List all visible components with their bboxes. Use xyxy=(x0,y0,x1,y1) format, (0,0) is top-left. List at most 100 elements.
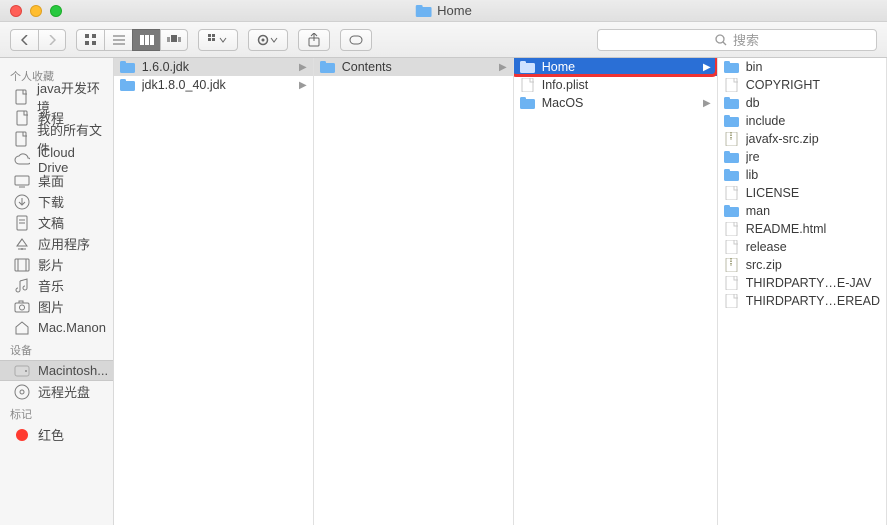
window-title: Home xyxy=(415,3,472,18)
sidebar: 个人收藏java开发环境教程我的所有文件iCloud Drive桌面下载文稿应用… xyxy=(0,58,114,525)
list-item[interactable]: lib xyxy=(718,166,886,184)
list-item[interactable]: THIRDPARTY…E-JAV xyxy=(718,274,886,292)
icon-view-button[interactable] xyxy=(76,29,104,51)
sidebar-item[interactable]: 影片 xyxy=(0,254,113,275)
apps-icon xyxy=(14,236,30,252)
sidebar-item-label: 应用程序 xyxy=(38,234,90,253)
sidebar-item[interactable]: 红色 xyxy=(0,424,113,445)
nav-buttons xyxy=(10,29,66,51)
list-item-label: jre xyxy=(746,150,880,164)
list-item[interactable]: include xyxy=(718,112,886,130)
coverflow-view-button[interactable] xyxy=(160,29,188,51)
list-item-label: javafx-src.zip xyxy=(746,132,880,146)
arrange-dropdown[interactable] xyxy=(198,29,238,51)
list-item[interactable]: Home▶ xyxy=(514,58,717,76)
folder-icon xyxy=(320,60,336,74)
chevron-right-icon: ▶ xyxy=(703,62,711,73)
list-item[interactable]: javafx-src.zip xyxy=(718,130,886,148)
file-icon xyxy=(724,222,740,236)
desktop-icon xyxy=(14,173,30,189)
folder-icon xyxy=(724,60,740,74)
cloud-icon xyxy=(14,152,30,168)
list-item[interactable]: src.zip xyxy=(718,256,886,274)
back-button[interactable] xyxy=(10,29,38,51)
list-item[interactable]: LICENSE xyxy=(718,184,886,202)
list-item[interactable]: THIRDPARTY…EREAD xyxy=(718,292,886,310)
sidebar-item-label: iCloud Drive xyxy=(38,145,103,175)
list-item[interactable]: README.html xyxy=(718,220,886,238)
sidebar-item[interactable]: iCloud Drive xyxy=(0,149,113,170)
close-icon[interactable] xyxy=(10,5,22,17)
list-item-label: include xyxy=(746,114,880,128)
sidebar-item-label: 影片 xyxy=(38,255,64,274)
list-item[interactable]: COPYRIGHT xyxy=(718,76,886,94)
list-item[interactable]: Contents▶ xyxy=(314,58,513,76)
sidebar-item[interactable]: 远程光盘 xyxy=(0,381,113,402)
chevron-right-icon: ▶ xyxy=(703,98,711,109)
body: 个人收藏java开发环境教程我的所有文件iCloud Drive桌面下载文稿应用… xyxy=(0,58,887,525)
list-item[interactable]: jdk1.8.0_40.jdk ▶ xyxy=(114,76,313,94)
doc-icon xyxy=(14,110,30,126)
sidebar-item[interactable]: 下载 xyxy=(0,191,113,212)
sidebar-item[interactable]: 文稿 xyxy=(0,212,113,233)
folder-icon xyxy=(724,168,740,182)
column: bin COPYRIGHT db include javafx-src.zip jre li… xyxy=(718,58,887,525)
list-item[interactable]: db xyxy=(718,94,886,112)
list-item-label: MacOS xyxy=(542,96,697,110)
column-browser: 1.6.0.jdk▶ jdk1.8.0_40.jdk ▶ Contents▶Home▶… xyxy=(114,58,887,525)
search-icon xyxy=(715,34,727,46)
share-button[interactable] xyxy=(298,29,330,51)
folder-icon xyxy=(520,60,536,74)
tags-button[interactable] xyxy=(340,29,372,51)
search-placeholder: 搜索 xyxy=(733,30,759,49)
list-item[interactable]: release xyxy=(718,238,886,256)
list-item[interactable]: bin xyxy=(718,58,886,76)
list-item-label: src.zip xyxy=(746,258,880,272)
list-item-label: jdk1.8.0_40.jdk xyxy=(142,78,293,92)
zoom-icon[interactable] xyxy=(50,5,62,17)
sidebar-item[interactable]: java开发环境 xyxy=(0,86,113,107)
file-icon xyxy=(520,78,536,92)
sidebar-section-header: 设备 xyxy=(0,338,113,360)
list-item[interactable]: 1.6.0.jdk▶ xyxy=(114,58,313,76)
minimize-icon[interactable] xyxy=(30,5,42,17)
sidebar-item-label: 下载 xyxy=(38,192,64,211)
sidebar-item[interactable]: 图片 xyxy=(0,296,113,317)
home-icon xyxy=(14,320,30,336)
forward-button[interactable] xyxy=(38,29,66,51)
chevron-right-icon: ▶ xyxy=(299,62,307,73)
action-dropdown[interactable] xyxy=(248,29,288,51)
list-item[interactable]: MacOS ▶ xyxy=(514,94,717,112)
file-icon xyxy=(724,294,740,308)
list-item-label: Info.plist xyxy=(542,78,711,92)
file-icon xyxy=(724,186,740,200)
folder-icon xyxy=(724,114,740,128)
sidebar-item-label: 远程光盘 xyxy=(38,382,90,401)
sidebar-item[interactable]: Mac.Manon xyxy=(0,317,113,338)
list-item[interactable]: Info.plist xyxy=(514,76,717,94)
sidebar-section-header: 标记 xyxy=(0,402,113,424)
list-item-label: lib xyxy=(746,168,880,182)
column-view-button[interactable] xyxy=(132,29,160,51)
list-item-label: README.html xyxy=(746,222,880,236)
doc-icon xyxy=(14,131,29,147)
file-icon xyxy=(724,240,740,254)
sidebar-item-label: 桌面 xyxy=(38,171,64,190)
list-view-button[interactable] xyxy=(104,29,132,51)
sidebar-item[interactable]: 应用程序 xyxy=(0,233,113,254)
search-input[interactable]: 搜索 xyxy=(597,29,877,51)
music-icon xyxy=(14,278,30,294)
list-item[interactable]: man xyxy=(718,202,886,220)
list-item-label: COPYRIGHT xyxy=(746,78,880,92)
column: Contents▶ xyxy=(314,58,514,525)
camera-icon xyxy=(14,299,30,315)
sidebar-item[interactable]: Macintosh... xyxy=(0,360,113,381)
list-item-label: THIRDPARTY…EREAD xyxy=(746,294,880,308)
chevron-right-icon: ▶ xyxy=(299,80,307,91)
docs-icon xyxy=(14,215,30,231)
folder-icon xyxy=(724,150,740,164)
sidebar-item[interactable]: 音乐 xyxy=(0,275,113,296)
download-icon xyxy=(14,194,30,210)
folder-icon xyxy=(120,78,136,92)
list-item[interactable]: jre xyxy=(718,148,886,166)
